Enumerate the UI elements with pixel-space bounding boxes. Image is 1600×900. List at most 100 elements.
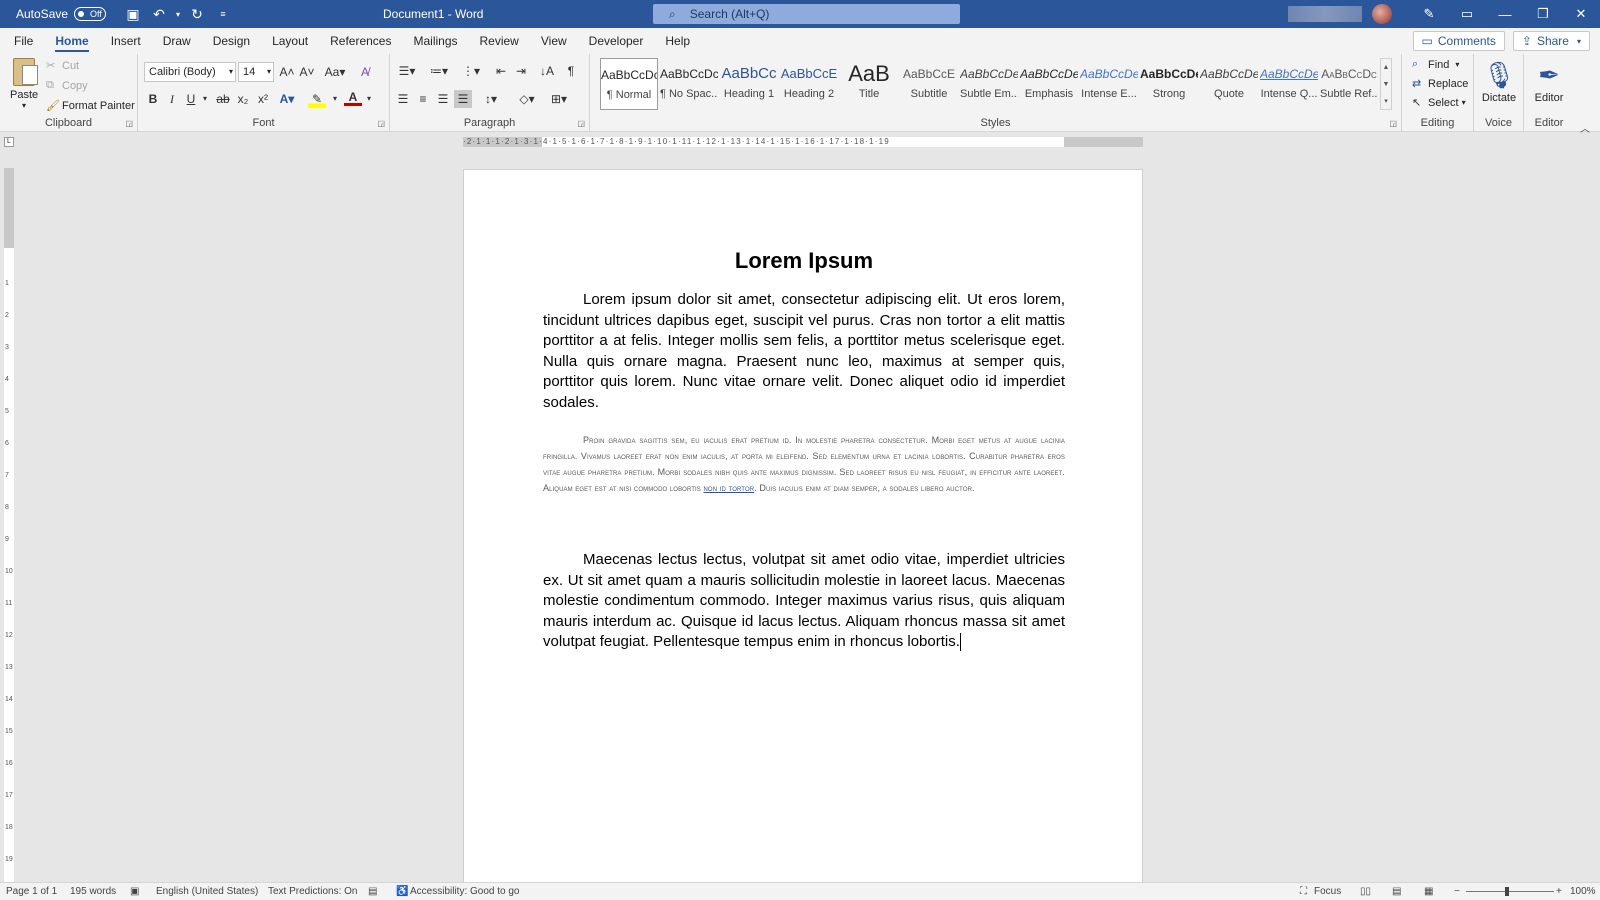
style-subtle-emphasis[interactable]: AaBbCcDe Subtle Em... [960, 58, 1018, 110]
document-page[interactable]: Lorem Ipsum Lorem ipsum dolor sit amet, … [463, 169, 1143, 889]
style-heading-1[interactable]: AaBbCc Heading 1 [720, 58, 778, 110]
tab-developer[interactable]: Developer [578, 28, 655, 54]
styles-scroll[interactable]: ▲ ▼ ▾ [1380, 58, 1392, 110]
zoom-slider[interactable] [1466, 891, 1554, 892]
tab-view[interactable]: View [530, 28, 578, 54]
style-subtle-reference[interactable]: AaBbCcDc Subtle Ref... [1320, 58, 1378, 110]
style-title[interactable]: AaB Title [840, 58, 898, 110]
zoom-level[interactable]: 100% [1570, 886, 1596, 897]
sort-icon[interactable]: ↓A [538, 62, 556, 80]
share-button[interactable]: ⇪ Share ▾ [1512, 31, 1590, 51]
find-button[interactable]: ⌕ Find ▾ [1412, 58, 1459, 71]
chevron-down-icon[interactable]: ▾ [360, 90, 378, 108]
restore-icon[interactable]: ❐ [1524, 0, 1562, 28]
comments-button[interactable]: ▭ Comments [1412, 31, 1505, 51]
style-no-spacing[interactable]: AaBbCcDc ¶ No Spac... [660, 58, 718, 110]
focus-icon[interactable]: ⛶ [1300, 886, 1307, 897]
focus-label[interactable]: Focus [1314, 886, 1341, 897]
tab-file[interactable]: File [0, 28, 44, 54]
dialog-launcher-icon[interactable]: ◲ [1389, 119, 1397, 128]
line-spacing-icon[interactable]: ↕▾ [478, 90, 504, 108]
chevron-up-icon[interactable]: ▲ [1381, 59, 1391, 76]
chevron-down-icon[interactable]: ▼ [1381, 76, 1391, 93]
tab-references[interactable]: References [319, 28, 402, 54]
page-count[interactable]: Page 1 of 1 [6, 886, 57, 897]
style-emphasis[interactable]: AaBbCcDe Emphasis [1020, 58, 1078, 110]
text-predictions[interactable]: Text Predictions: On [268, 886, 357, 897]
document-heading[interactable]: Lorem Ipsum [464, 248, 1144, 274]
clear-formatting-icon[interactable]: A̸ [356, 63, 374, 81]
bullets-icon[interactable]: ☰▾ [394, 62, 420, 80]
align-right-icon[interactable]: ☰ [434, 90, 452, 108]
language[interactable]: English (United States) [156, 886, 258, 897]
body-paragraph-1[interactable]: Lorem ipsum dolor sit amet, consectetur … [543, 290, 1065, 414]
tab-help[interactable]: Help [654, 28, 701, 54]
dialog-launcher-icon[interactable]: ◲ [577, 119, 585, 128]
horizontal-ruler[interactable]: ·2·1·1·1·2·1·3·1·4·1·5·1·6·1·7·1·8·1·9·1… [463, 137, 1143, 147]
save-icon[interactable]: ▣ [120, 0, 146, 28]
vertical-ruler[interactable]: 1 2 3 4 5 6 7 8 9 10 11 12 13 14 15 16 17 18 19 [4, 168, 14, 883]
text-effects-icon[interactable]: A▾ [278, 90, 296, 108]
style-heading-2[interactable]: AaBbCcE Heading 2 [780, 58, 838, 110]
accessibility-status[interactable]: Accessibility: Good to go [410, 886, 520, 897]
subscript-icon[interactable]: x₂ [234, 90, 252, 108]
multilevel-list-icon[interactable]: ⋮▾ [458, 62, 484, 80]
search-box[interactable]: ⌕ Search (Alt+Q) [653, 4, 960, 24]
underlined-text[interactable]: non id tortor [704, 483, 755, 493]
bold-icon[interactable]: B [144, 90, 162, 108]
font-name-box[interactable]: Calibri (Body) ▾ [144, 62, 236, 82]
style-strong[interactable]: AaBbCcDe Strong [1140, 58, 1198, 110]
style-quote[interactable]: AaBbCcDe Quote [1200, 58, 1258, 110]
justify-icon[interactable]: ☰ [454, 90, 472, 108]
zoom-out-icon[interactable]: − [1454, 886, 1460, 897]
strikethrough-icon[interactable]: ab [214, 90, 232, 108]
align-left-icon[interactable]: ☰ [394, 90, 412, 108]
tab-draw[interactable]: Draw [152, 28, 202, 54]
cut-button[interactable]: ✂ Cut [46, 59, 79, 73]
proofing-icon[interactable]: ▣ [130, 886, 139, 897]
autosave-toggle[interactable]: Off [74, 7, 107, 21]
editor-button[interactable]: ✒ Editor [1525, 58, 1573, 104]
decrease-indent-icon[interactable]: ⇤ [492, 62, 510, 80]
paste-button[interactable]: Paste ▾ [10, 58, 38, 110]
tab-layout[interactable]: Layout [261, 28, 319, 54]
format-painter-button[interactable]: 🖌 Format Painter [46, 99, 135, 113]
numbering-icon[interactable]: ≔▾ [426, 62, 452, 80]
dialog-launcher-icon[interactable]: ◲ [377, 119, 385, 128]
style-intense-emphasis[interactable]: AaBbCcDe Intense E... [1080, 58, 1138, 110]
tab-insert[interactable]: Insert [100, 28, 152, 54]
font-size-box[interactable]: 14 ▾ [238, 62, 274, 82]
close-icon[interactable]: ✕ [1562, 0, 1600, 28]
align-center-icon[interactable]: ≡ [414, 90, 432, 108]
borders-icon[interactable]: ⊞▾ [546, 90, 572, 108]
zoom-thumb[interactable] [1505, 887, 1509, 896]
redo-icon[interactable]: ↻ [184, 0, 210, 28]
shading-icon[interactable]: ◇▾ [514, 90, 540, 108]
tab-review[interactable]: Review [469, 28, 530, 54]
select-button[interactable]: ↖ Select ▾ [1412, 96, 1466, 110]
superscript-icon[interactable]: x² [254, 90, 272, 108]
macro-icon[interactable]: ▤ [368, 886, 377, 897]
increase-indent-icon[interactable]: ⇥ [512, 62, 530, 80]
tab-mailings[interactable]: Mailings [402, 28, 468, 54]
body-paragraph-3[interactable]: Maecenas lectus lectus, volutpat sit ame… [543, 550, 1065, 653]
zoom-in-icon[interactable]: + [1556, 886, 1562, 897]
style-subtitle[interactable]: AaBbCcE Subtitle [900, 58, 958, 110]
grow-font-icon[interactable]: A˄ [278, 63, 296, 81]
undo-dropdown-icon[interactable]: ▾ [172, 0, 184, 28]
tab-selector[interactable]: L [4, 137, 14, 147]
read-mode-icon[interactable]: ▯▯ [1360, 886, 1371, 897]
dialog-launcher-icon[interactable]: ◲ [125, 119, 133, 128]
tab-design[interactable]: Design [202, 28, 261, 54]
show-formatting-icon[interactable]: ¶ [562, 62, 580, 80]
web-layout-icon[interactable]: ▦ [1424, 886, 1433, 897]
undo-icon[interactable]: ↶ [146, 0, 172, 28]
shrink-font-icon[interactable]: A˅ [298, 63, 316, 81]
avatar[interactable] [1372, 4, 1392, 24]
body-paragraph-2[interactable]: Proin gravida sagittis sem, eu iaculis e… [543, 432, 1065, 496]
copy-button[interactable]: ⧉ Copy [46, 79, 88, 92]
dictate-button[interactable]: 🎙 Dictate [1475, 58, 1523, 104]
change-case-icon[interactable]: Aa▾ [322, 63, 348, 81]
replace-button[interactable]: ⇄ Replace [1412, 77, 1468, 91]
print-layout-icon[interactable]: ▤ [1392, 886, 1401, 897]
